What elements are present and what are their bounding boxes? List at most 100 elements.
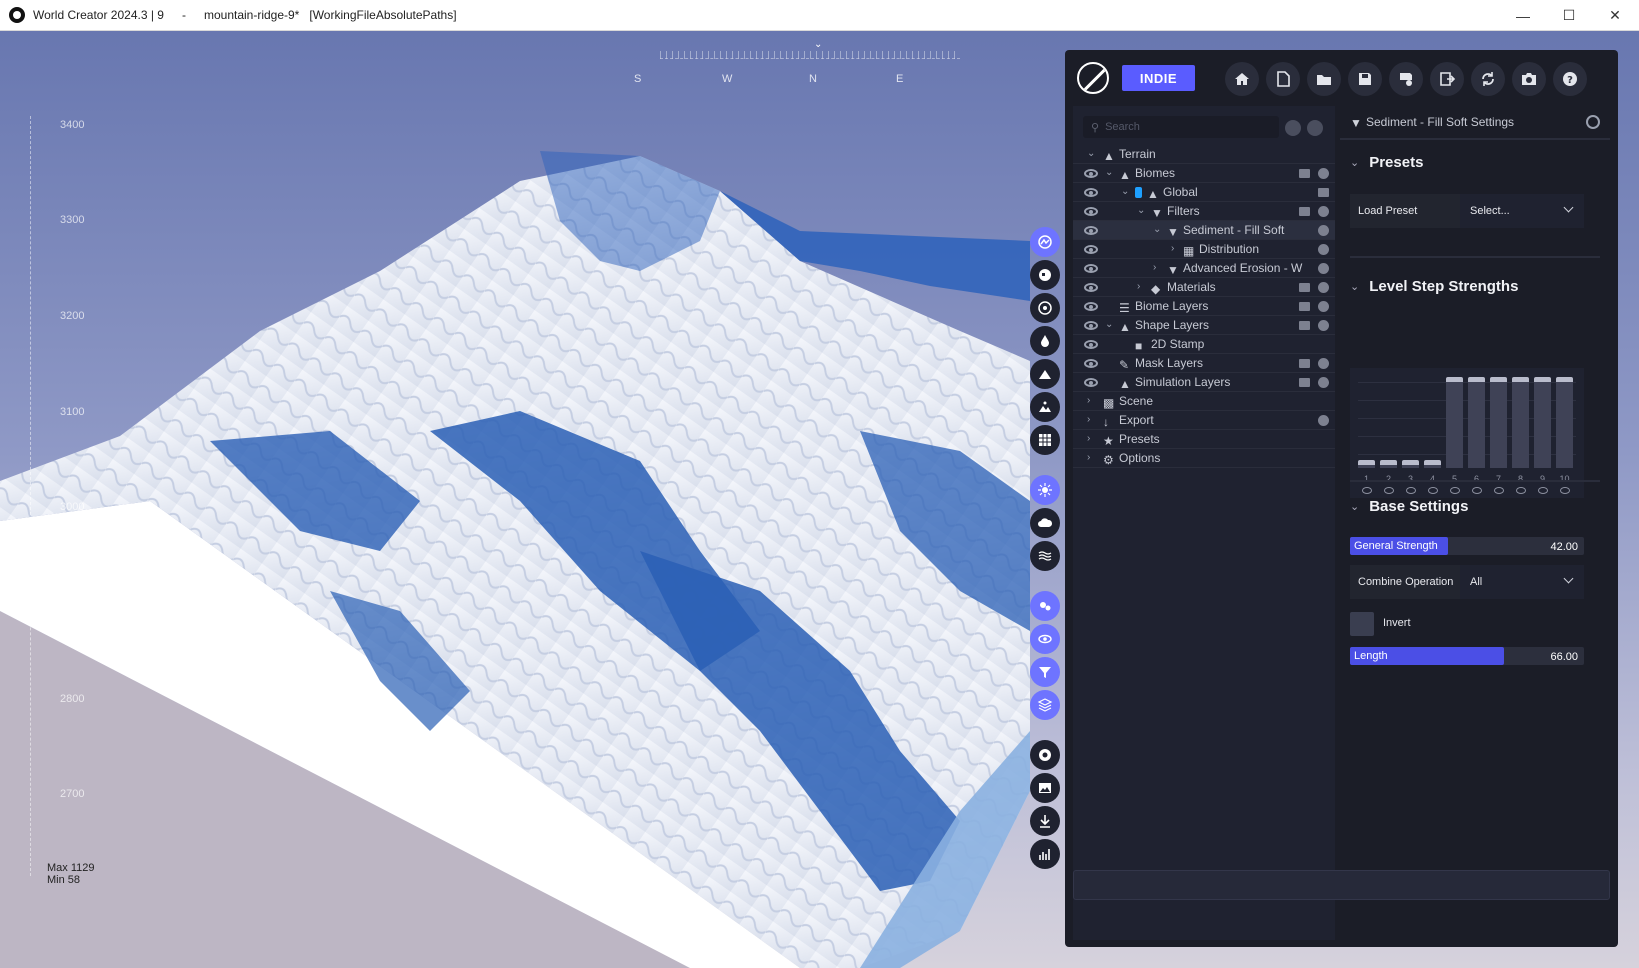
add-icon[interactable] (1318, 300, 1329, 312)
home-icon[interactable] (1225, 62, 1259, 96)
level-step-eye-icon[interactable] (1406, 487, 1416, 494)
chevron-right-icon[interactable]: › (1087, 434, 1095, 444)
chevron-down-icon[interactable]: ⌄ (1121, 187, 1129, 197)
preset-select[interactable]: Select... (1460, 194, 1584, 228)
cloud-icon[interactable] (1030, 508, 1060, 538)
level-step-bar[interactable] (1358, 460, 1375, 468)
grid-icon[interactable] (1030, 425, 1060, 455)
search-box[interactable]: ⚲ (1083, 116, 1279, 138)
visibility-eye-icon[interactable] (1084, 339, 1098, 349)
chevron-right-icon[interactable]: › (1153, 263, 1161, 273)
record-icon[interactable] (1030, 740, 1060, 770)
add-icon[interactable] (1318, 376, 1329, 388)
drop-icon[interactable] (1030, 326, 1060, 356)
maximize-button[interactable]: ☐ (1546, 0, 1592, 31)
level-step-bar[interactable] (1490, 377, 1507, 468)
general-strength-slider[interactable]: General Strength 42.00 (1350, 537, 1584, 555)
visibility-eye-icon[interactable] (1084, 187, 1098, 197)
visibility-eye-icon[interactable] (1084, 358, 1098, 368)
tree-item-2d-stamp[interactable]: ■ 2D Stamp (1073, 335, 1335, 354)
folder-icon[interactable] (1299, 377, 1310, 387)
search-input[interactable] (1105, 121, 1266, 133)
tree-item-shape-layers[interactable]: ⌄ ▲ Shape Layers (1073, 316, 1335, 335)
image-icon[interactable] (1030, 773, 1060, 803)
chevron-down-icon[interactable]: ⌄ (1087, 149, 1095, 159)
add-icon[interactable] (1318, 167, 1329, 179)
tree-item-options[interactable]: › ⚙ Options (1073, 449, 1335, 468)
visibility-eye-icon[interactable] (1084, 206, 1098, 216)
close-button[interactable]: ✕ (1592, 0, 1638, 31)
tree-item-mask-layers[interactable]: ✎ Mask Layers (1073, 354, 1335, 373)
layers-icon[interactable] (1030, 690, 1060, 720)
tree-item-materials[interactable]: › ◆ Materials (1073, 278, 1335, 297)
level-step-strengths-chart[interactable]: 1 2 3 4 5 6 7 8 9 10 (1350, 368, 1584, 498)
level-step-bar[interactable] (1512, 377, 1529, 468)
gear-icon[interactable] (1030, 591, 1060, 621)
folder-icon[interactable] (1299, 320, 1310, 330)
tree-item-biome-layers[interactable]: ☰ Biome Layers (1073, 297, 1335, 316)
level-step-eye-icon[interactable] (1428, 487, 1438, 494)
download-icon[interactable] (1030, 806, 1060, 836)
new-file-icon[interactable] (1266, 62, 1300, 96)
level-step-bar[interactable] (1402, 460, 1419, 468)
chevron-down-icon[interactable]: ⌄ (1105, 168, 1113, 178)
export-icon[interactable] (1430, 62, 1464, 96)
sun-icon[interactable] (1030, 475, 1060, 505)
visibility-eye-icon[interactable] (1084, 225, 1098, 235)
visibility-eye-icon[interactable] (1084, 320, 1098, 330)
folder-icon[interactable] (1299, 168, 1310, 178)
tree-item-sediment-fill-soft[interactable]: ⌄ ▼ Sediment - Fill Soft (1073, 221, 1335, 240)
add-icon[interactable] (1318, 357, 1329, 369)
chevron-right-icon[interactable]: › (1087, 415, 1095, 425)
save-as-icon[interactable] (1389, 62, 1423, 96)
layers-icon[interactable] (1318, 187, 1329, 197)
visibility-eye-icon[interactable] (1084, 263, 1098, 273)
reset-icon[interactable] (1586, 115, 1600, 129)
folder-icon[interactable] (1299, 282, 1310, 292)
level-step-bar[interactable] (1534, 377, 1551, 468)
level-step-eye-icon[interactable] (1472, 487, 1482, 494)
level-step-eye-icon[interactable] (1538, 487, 1548, 494)
level-step-eye-icon[interactable] (1450, 487, 1460, 494)
refresh-icon[interactable] (1318, 224, 1329, 236)
invert-checkbox[interactable] (1350, 612, 1374, 636)
mountain-icon[interactable] (1030, 359, 1060, 389)
combine-operation-select[interactable]: All (1460, 565, 1584, 599)
chevron-down-icon[interactable]: ⌄ (1105, 320, 1113, 330)
level-step-eye-icon[interactable] (1494, 487, 1504, 494)
chevron-down-icon[interactable]: ⌄ (1153, 225, 1161, 235)
add-icon[interactable] (1318, 243, 1329, 255)
add-icon[interactable] (1318, 205, 1329, 217)
refresh-icon[interactable] (1318, 262, 1329, 274)
presets-section-header[interactable]: ⌄ Presets (1350, 154, 1423, 171)
help-icon[interactable]: ? (1553, 62, 1587, 96)
visibility-eye-icon[interactable] (1084, 282, 1098, 292)
globe-icon[interactable] (1030, 227, 1060, 257)
add-icon[interactable] (1318, 319, 1329, 331)
visibility-eye-icon[interactable] (1084, 301, 1098, 311)
level-step-bar[interactable] (1446, 377, 1463, 468)
level-steps-section-header[interactable]: ⌄ Level Step Strengths (1350, 278, 1518, 295)
tree-item-terrain[interactable]: ⌄ ▲ Terrain (1073, 145, 1335, 164)
license-badge[interactable]: INDIE (1122, 65, 1195, 91)
water-icon[interactable] (1030, 541, 1060, 571)
add-icon[interactable] (1318, 414, 1329, 426)
folder-icon[interactable] (1299, 206, 1310, 216)
folder-icon[interactable] (1299, 358, 1310, 368)
tree-item-presets[interactable]: › ★ Presets (1073, 430, 1335, 449)
chevron-right-icon[interactable]: › (1087, 453, 1095, 463)
save-icon[interactable] (1348, 62, 1382, 96)
collapse-all-icon[interactable] (1285, 120, 1301, 136)
earth-icon[interactable] (1030, 260, 1060, 290)
filter-icon[interactable] (1030, 657, 1060, 687)
tree-item-simulation-layers[interactable]: ▲ Simulation Layers (1073, 373, 1335, 392)
visibility-eye-icon[interactable] (1084, 244, 1098, 254)
tree-item-filters[interactable]: ⌄ ▼ Filters (1073, 202, 1335, 221)
level-step-bar[interactable] (1468, 377, 1485, 468)
level-step-bar[interactable] (1424, 460, 1441, 468)
level-step-eye-icon[interactable] (1362, 487, 1372, 494)
level-step-eye-icon[interactable] (1560, 487, 1570, 494)
chart-icon[interactable] (1030, 839, 1060, 869)
tree-item-export[interactable]: › ↓ Export (1073, 411, 1335, 430)
level-step-bar[interactable] (1556, 377, 1573, 468)
